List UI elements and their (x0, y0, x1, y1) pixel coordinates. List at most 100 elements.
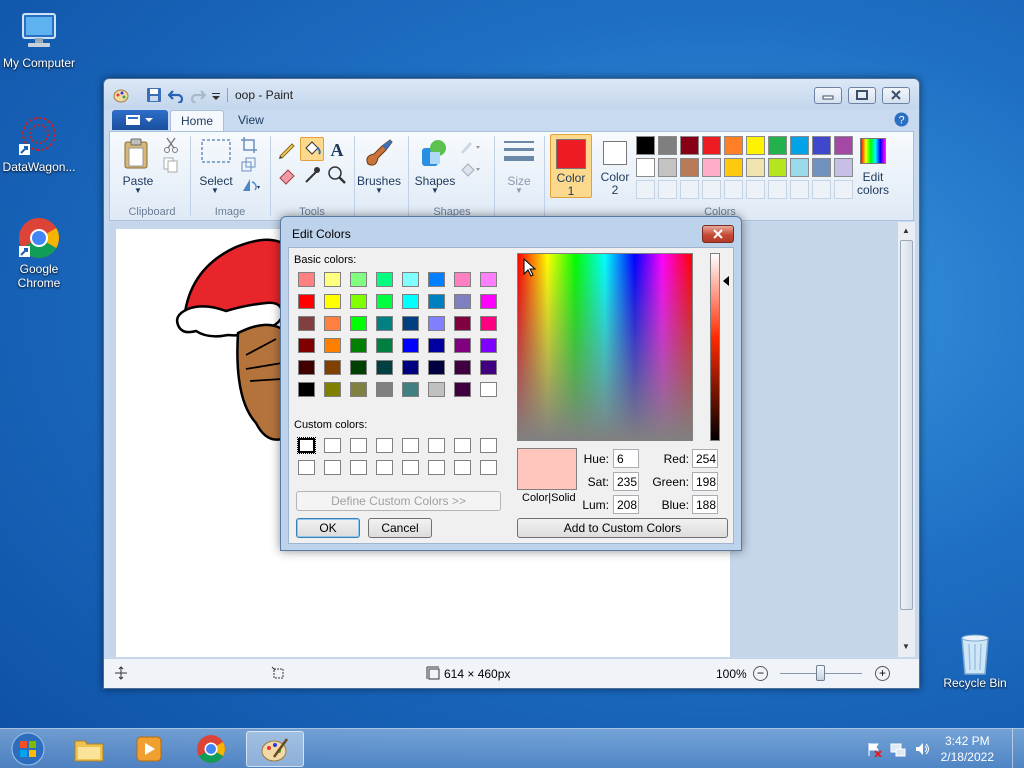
basic-color-swatch[interactable] (298, 294, 315, 309)
start-button[interactable] (2, 731, 54, 767)
palette-swatch[interactable] (658, 136, 677, 155)
paste-dropdown-icon[interactable]: ▼ (134, 186, 142, 195)
paint-menu-button[interactable] (112, 110, 168, 130)
custom-color-swatch[interactable] (350, 438, 367, 453)
basic-color-swatch[interactable] (324, 316, 341, 331)
custom-color-swatch[interactable] (297, 437, 316, 454)
basic-color-swatch[interactable] (298, 316, 315, 331)
basic-color-swatch[interactable] (428, 272, 445, 287)
basic-color-swatch[interactable] (298, 272, 315, 287)
zoom-out-button[interactable]: − (753, 666, 768, 681)
custom-color-swatch[interactable] (324, 438, 341, 453)
volume-icon[interactable] (914, 741, 930, 760)
custom-color-swatch[interactable] (324, 460, 341, 475)
palette-swatch[interactable] (790, 180, 809, 199)
color-picker-icon[interactable] (301, 164, 323, 186)
outline-icon[interactable] (458, 138, 480, 160)
custom-color-swatch[interactable] (402, 460, 419, 475)
custom-color-swatch[interactable] (402, 438, 419, 453)
palette-swatch[interactable] (724, 136, 743, 155)
basic-color-swatch[interactable] (376, 316, 393, 331)
custom-color-swatch[interactable] (298, 460, 315, 475)
custom-color-swatch[interactable] (480, 438, 497, 453)
paint-titlebar[interactable]: oop - Paint (104, 79, 919, 109)
paint-app-icon[interactable] (113, 87, 129, 103)
palette-swatch[interactable] (746, 158, 765, 177)
palette-swatch[interactable] (702, 180, 721, 199)
blue-field[interactable]: 188 (692, 495, 718, 514)
palette-swatch[interactable] (724, 180, 743, 199)
basic-color-swatch[interactable] (454, 316, 471, 331)
select-dropdown-icon[interactable]: ▼ (211, 186, 219, 195)
palette-swatch[interactable] (834, 158, 853, 177)
basic-color-swatch[interactable] (454, 382, 471, 397)
desktop-icon-chrome[interactable]: Google Chrome (0, 216, 81, 290)
basic-color-swatch[interactable] (454, 294, 471, 309)
basic-color-swatch[interactable] (376, 338, 393, 353)
palette-swatch[interactable] (768, 180, 787, 199)
basic-color-swatch[interactable] (376, 272, 393, 287)
scroll-up-arrow-icon[interactable]: ▲ (902, 226, 910, 235)
tab-view[interactable]: View (228, 110, 274, 131)
red-field[interactable]: 254 (692, 449, 718, 468)
basic-color-swatch[interactable] (480, 294, 497, 309)
palette-swatch[interactable] (812, 158, 831, 177)
redo-icon[interactable] (190, 87, 207, 105)
resize-icon[interactable] (240, 156, 262, 178)
hue-field[interactable]: 6 (613, 449, 639, 468)
scroll-down-arrow-icon[interactable]: ▼ (902, 642, 910, 651)
fill-icon[interactable] (300, 137, 324, 161)
select-icon[interactable] (200, 138, 232, 166)
size-dropdown-icon[interactable]: ▼ (515, 186, 523, 195)
custom-color-swatch[interactable] (428, 438, 445, 453)
lum-field[interactable]: 208 (613, 495, 639, 514)
palette-swatch[interactable] (658, 158, 677, 177)
basic-color-swatch[interactable] (324, 272, 341, 287)
action-center-flag-icon[interactable] (866, 741, 882, 760)
basic-color-swatch[interactable] (402, 360, 419, 375)
shapes-icon[interactable] (418, 138, 452, 170)
custom-color-swatch[interactable] (480, 460, 497, 475)
palette-swatch[interactable] (790, 136, 809, 155)
luminosity-arrow-icon[interactable] (722, 275, 730, 290)
basic-color-swatch[interactable] (480, 338, 497, 353)
palette-swatch[interactable] (768, 136, 787, 155)
basic-color-swatch[interactable] (402, 316, 419, 331)
basic-color-swatch[interactable] (376, 360, 393, 375)
custom-color-swatch[interactable] (376, 460, 393, 475)
basic-color-swatch[interactable] (428, 294, 445, 309)
pencil-icon[interactable] (276, 138, 298, 160)
basic-color-swatch[interactable] (350, 272, 367, 287)
basic-color-swatch[interactable] (480, 272, 497, 287)
basic-color-swatch[interactable] (428, 338, 445, 353)
basic-color-swatch[interactable] (350, 338, 367, 353)
dialog-close-button[interactable] (702, 225, 734, 243)
taskbar-explorer[interactable] (60, 731, 118, 767)
help-icon[interactable]: ? (894, 112, 909, 130)
color1-button[interactable]: Color 1 (550, 134, 592, 198)
basic-color-swatch[interactable] (376, 294, 393, 309)
basic-color-swatch[interactable] (324, 338, 341, 353)
taskbar-media-player[interactable] (120, 731, 178, 767)
palette-swatch[interactable] (834, 136, 853, 155)
palette-swatch[interactable] (768, 158, 787, 177)
basic-color-swatch[interactable] (480, 360, 497, 375)
basic-color-swatch[interactable] (350, 382, 367, 397)
basic-color-swatch[interactable] (428, 382, 445, 397)
basic-color-swatch[interactable] (350, 294, 367, 309)
brushes-dropdown-icon[interactable]: ▼ (375, 186, 383, 195)
basic-color-swatch[interactable] (298, 360, 315, 375)
copy-icon[interactable] (162, 156, 184, 178)
palette-swatch[interactable] (702, 158, 721, 177)
basic-color-swatch[interactable] (480, 382, 497, 397)
zoom-in-button[interactable]: + (875, 666, 890, 681)
palette-swatch[interactable] (636, 158, 655, 177)
palette-swatch[interactable] (724, 158, 743, 177)
desktop-icon-datawagon[interactable]: DataWagon... (0, 114, 81, 174)
close-button[interactable] (882, 87, 910, 104)
tab-home[interactable]: Home (170, 110, 225, 131)
basic-color-swatch[interactable] (402, 294, 419, 309)
desktop-icon-recycle-bin[interactable]: Recycle Bin (933, 630, 1017, 690)
palette-swatch[interactable] (790, 158, 809, 177)
crop-icon[interactable] (240, 136, 262, 158)
